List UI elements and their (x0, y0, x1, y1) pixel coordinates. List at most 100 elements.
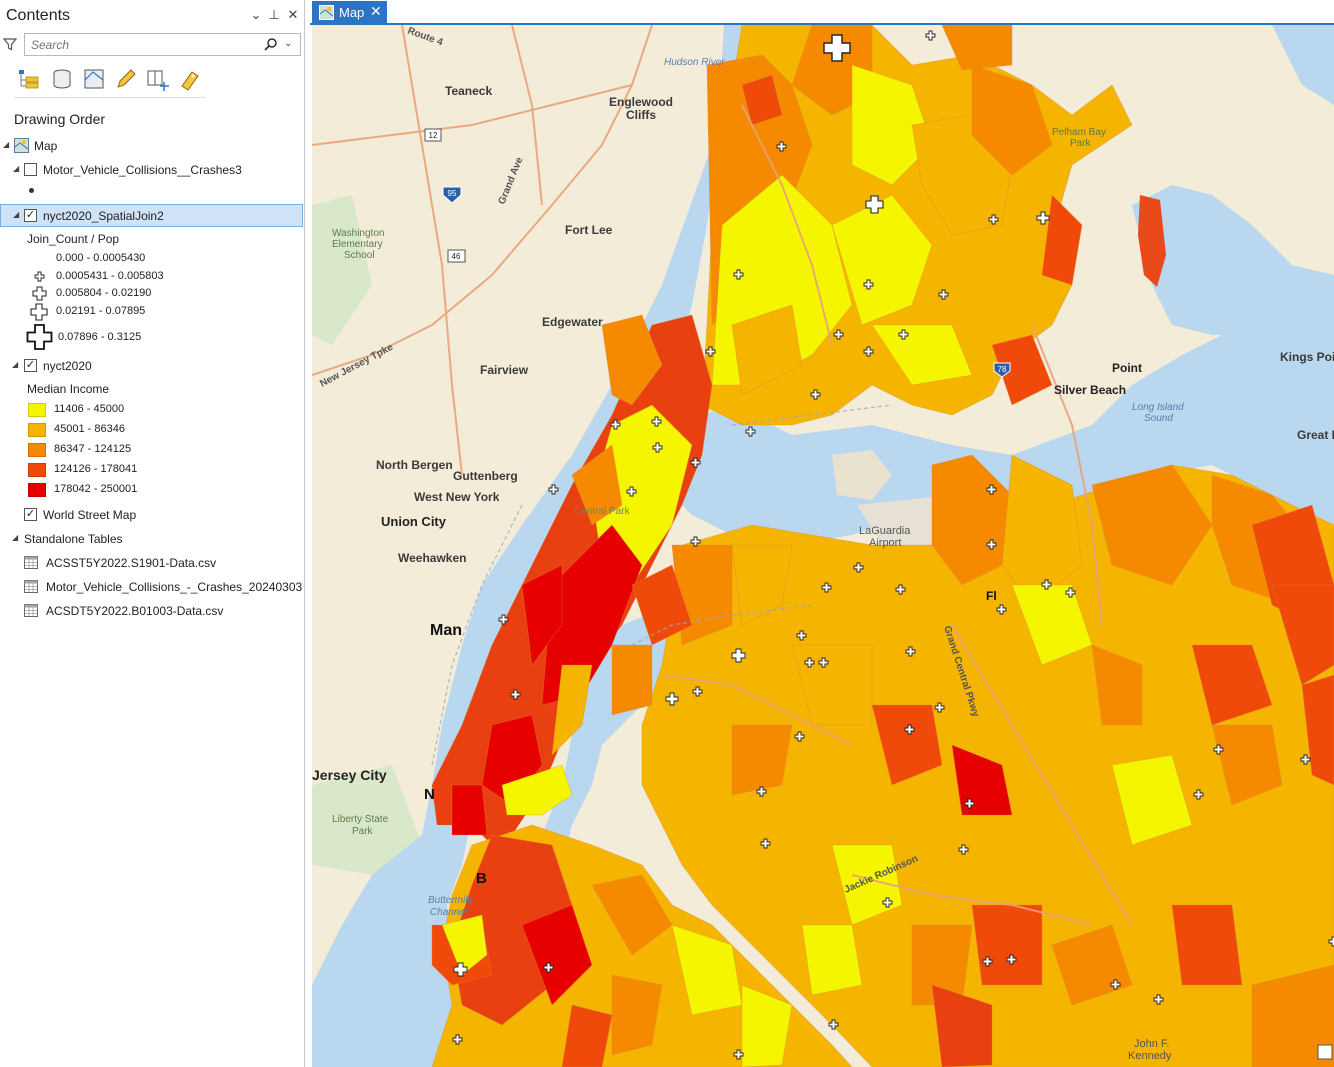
table-item[interactable]: ACSDT5Y2022.B01003-Data.csv (0, 600, 303, 622)
svg-text:Jersey City: Jersey City (312, 767, 387, 783)
svg-text:Central Park: Central Park (574, 506, 631, 517)
svg-text:Silver Beach: Silver Beach (1054, 383, 1126, 397)
layer-collisions[interactable]: ◢ Motor_Vehicle_Collisions__Crashes3 (0, 159, 303, 181)
svg-text:Long Island: Long Island (1132, 402, 1184, 413)
layer-spatial-join[interactable]: ◢ ✓ nyct2020_SpatialJoin2 (0, 204, 303, 227)
layer-visibility-checkbox[interactable]: ✓ (24, 209, 37, 222)
svg-text:Channel: Channel (430, 907, 468, 918)
layer-nyct2020[interactable]: ◢ ✓ nyct2020 (0, 355, 303, 377)
svg-text:Fairview: Fairview (480, 363, 529, 377)
svg-text:Englewood: Englewood (609, 95, 673, 109)
chevron-down-icon[interactable]: ⌄ (248, 6, 264, 24)
svg-text:Park: Park (352, 826, 374, 837)
collapse-arrow-icon[interactable]: ◢ (3, 141, 11, 149)
svg-text:12: 12 (429, 131, 438, 140)
legend-class: 124126 - 178041 (0, 460, 303, 480)
search-options-chevron-icon[interactable]: ⌄ (284, 37, 296, 51)
svg-text:46: 46 (452, 252, 461, 261)
svg-text:LaGuardia: LaGuardia (859, 525, 911, 537)
map-widget-icon (1317, 1044, 1333, 1060)
search-icon[interactable] (263, 37, 278, 52)
color-swatch (28, 403, 46, 417)
svg-text:Liberty State: Liberty State (332, 814, 389, 825)
standalone-tables-group[interactable]: ◢ Standalone Tables (0, 528, 303, 550)
contents-pane: Contents ⌄ ⊥ ✕ ⌄ (0, 0, 305, 1067)
svg-text:Park: Park (1070, 138, 1092, 149)
map-canvas[interactable]: Teaneck Englewood Cliffs Fort Lee Washin… (312, 25, 1334, 1067)
cross-symbol-icon (30, 303, 48, 321)
list-by-snapping-icon[interactable] (145, 66, 171, 92)
legend-class: 178042 - 250001 (0, 480, 303, 500)
svg-text:Buttermilk: Buttermilk (428, 895, 473, 906)
list-by-selection-icon[interactable] (81, 66, 107, 92)
collapse-arrow-icon[interactable]: ◢ (13, 211, 21, 219)
table-item[interactable]: Motor_Vehicle_Collisions_-_Crashes_20240… (0, 576, 303, 598)
tab-label: Map (339, 5, 365, 20)
cross-symbol-icon (32, 286, 47, 301)
map-icon (319, 5, 334, 20)
svg-text:Elementary: Elementary (332, 239, 383, 250)
svg-text:Pelham Bay: Pelham Bay (1052, 127, 1106, 138)
svg-text:Teaneck: Teaneck (445, 84, 492, 98)
table-item[interactable]: ACSST5Y2022.S1901-Data.csv (0, 552, 303, 574)
point-symbol-icon (29, 188, 34, 193)
layer-basemap[interactable]: ✓ World Street Map (0, 504, 303, 526)
svg-text:Fort Lee: Fort Lee (565, 223, 613, 237)
table-icon (24, 580, 38, 593)
svg-text:North Bergen: North Bergen (376, 458, 453, 472)
close-icon[interactable]: ✕ (370, 3, 382, 20)
collapse-arrow-icon[interactable]: ◢ (12, 534, 20, 542)
legend-class: 86347 - 124125 (0, 440, 303, 460)
legend-class: 45001 - 86346 (0, 420, 303, 440)
svg-text:Man: Man (430, 622, 462, 639)
legend-class: 0.02191 - 0.07895 (0, 302, 303, 322)
map-label: Map (34, 139, 58, 153)
table-icon (24, 556, 38, 569)
color-swatch (28, 483, 46, 497)
legend-class: 11406 - 45000 (0, 400, 303, 420)
svg-text:School: School (344, 250, 375, 261)
svg-text:Sound: Sound (1144, 413, 1173, 424)
search-input[interactable] (29, 37, 249, 53)
pin-icon[interactable]: ⊥ (266, 6, 282, 24)
layer-visibility-checkbox[interactable] (24, 163, 37, 176)
svg-text:B: B (476, 870, 487, 887)
tab-map[interactable]: Map ✕ (312, 1, 387, 24)
svg-text:John F.: John F. (1134, 1038, 1169, 1050)
list-by-editing-icon[interactable] (113, 66, 139, 92)
contents-title: Contents (6, 7, 71, 24)
layer-name: nyct2020_SpatialJoin2 (43, 209, 164, 223)
svg-text:Edgewater: Edgewater (542, 315, 603, 329)
search-input-box[interactable]: ⌄ (24, 33, 301, 56)
list-by-labeling-icon[interactable] (177, 66, 203, 92)
svg-text:Fl: Fl (986, 589, 997, 603)
close-icon[interactable]: ✕ (285, 6, 301, 24)
svg-text:Washington: Washington (332, 228, 384, 239)
map-icon (14, 138, 29, 153)
contents-toolbar (14, 64, 206, 98)
svg-text:Airport: Airport (869, 537, 901, 549)
legend-class: 0.07896 - 0.3125 (0, 324, 303, 350)
map-tree-item[interactable]: ◢ Map (0, 135, 303, 157)
svg-text:Union City: Union City (381, 514, 447, 529)
group-title: Standalone Tables (24, 532, 123, 546)
table-name: Motor_Vehicle_Collisions_-_Crashes_20240… (46, 580, 303, 594)
color-swatch (28, 443, 46, 457)
svg-text:Great N: Great N (1297, 428, 1334, 442)
filter-icon[interactable] (3, 37, 17, 51)
map-view: Map ✕ Teaneck Englewood Cliffs Fort Lee … (310, 0, 1334, 1067)
svg-text:N: N (424, 786, 435, 803)
map-svg[interactable]: Teaneck Englewood Cliffs Fort Lee Washin… (312, 25, 1334, 1067)
legend-class: 0.000 - 0.0005430 (56, 252, 146, 264)
svg-text:Cliffs: Cliffs (626, 108, 656, 122)
list-by-drawing-order-icon[interactable] (16, 66, 42, 92)
collapse-arrow-icon[interactable]: ◢ (12, 361, 20, 369)
cross-symbol-icon (34, 271, 45, 282)
color-swatch (28, 463, 46, 477)
table-name: ACSST5Y2022.S1901-Data.csv (46, 556, 217, 570)
collapse-arrow-icon[interactable]: ◢ (13, 165, 21, 173)
layer-visibility-checkbox[interactable]: ✓ (24, 508, 37, 521)
list-by-data-source-icon[interactable] (49, 66, 75, 92)
contents-header: Contents ⌄ ⊥ ✕ (0, 0, 305, 30)
layer-visibility-checkbox[interactable]: ✓ (24, 359, 37, 372)
